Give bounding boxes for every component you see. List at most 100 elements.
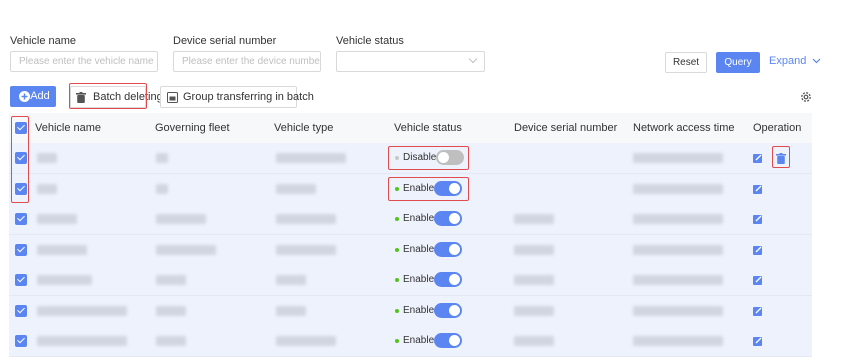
table-row[interactable]: Disable	[9, 143, 812, 174]
status-toggle[interactable]	[434, 180, 462, 196]
row-checkbox[interactable]	[15, 274, 27, 286]
edit-icon[interactable]	[753, 153, 763, 163]
vehicle-status-text: Enable	[403, 335, 435, 346]
status-dot	[395, 217, 399, 221]
network-access-time-value	[633, 244, 723, 255]
col-network-access-time: Network access time	[633, 122, 735, 134]
gear-icon[interactable]	[800, 91, 812, 103]
governing-fleet-value	[156, 336, 186, 346]
expand-label: Expand	[769, 55, 807, 67]
network-access-time-value	[633, 336, 723, 346]
table-row[interactable]: Enable	[9, 265, 812, 296]
vehicle-type-value	[276, 244, 336, 255]
status-toggle[interactable]	[434, 211, 462, 226]
vehicle-type-value	[276, 275, 306, 285]
chevron-down-icon	[812, 58, 821, 64]
status-toggle[interactable]	[434, 241, 462, 257]
governing-fleet-value	[156, 275, 186, 285]
row-checkbox[interactable]	[15, 213, 27, 225]
toggle-knob	[449, 213, 460, 224]
expand-toggle[interactable]: Expand	[769, 52, 821, 73]
status-toggle[interactable]	[434, 333, 462, 348]
vehicle-name-value	[37, 305, 127, 316]
chevron-down-icon	[468, 54, 478, 64]
query-button[interactable]: Query	[716, 52, 760, 73]
trash-icon[interactable]	[776, 153, 786, 164]
toggle-knob	[438, 152, 449, 163]
status-toggle[interactable]	[434, 302, 462, 318]
table-row[interactable]: Enable	[9, 234, 812, 266]
vehicle-status-text: Enable	[403, 243, 435, 255]
table-row[interactable]: Enable	[9, 295, 812, 327]
vehicle-name-value	[37, 275, 92, 285]
col-vehicle-status: Vehicle status	[394, 122, 462, 134]
status-dot	[395, 247, 399, 252]
group-transfer-label: Group transferring in batch	[183, 91, 314, 103]
row-checkbox[interactable]	[15, 243, 27, 256]
vehicle-name-value	[37, 336, 127, 346]
network-access-time-value	[633, 153, 723, 163]
edit-icon[interactable]	[753, 306, 763, 316]
edit-icon[interactable]	[753, 275, 763, 285]
vehicle-status-text: Enable	[403, 213, 435, 224]
vehicle-status-text: Enable	[403, 274, 435, 285]
network-access-time-value	[633, 214, 723, 224]
governing-fleet-value	[156, 153, 168, 163]
device-serial-input[interactable]: Please enter the device number	[173, 51, 321, 72]
table-row[interactable]: Enable	[9, 173, 812, 205]
edit-icon[interactable]	[753, 336, 763, 346]
vehicle-status-select[interactable]	[336, 51, 485, 72]
vehicle-name-input[interactable]: Please enter the vehicle name	[10, 51, 158, 72]
governing-fleet-value	[156, 244, 216, 255]
batch-delete-button[interactable]: Batch deleting	[70, 86, 163, 108]
plus-circle-icon	[19, 91, 30, 102]
status-dot	[395, 278, 399, 282]
vehicle-type-value	[276, 214, 336, 224]
governing-fleet-value	[156, 183, 168, 194]
status-dot	[395, 186, 399, 191]
toggle-knob	[449, 243, 460, 255]
trash-icon	[76, 92, 86, 103]
batch-delete-label: Batch deleting	[93, 91, 163, 103]
vehicle-type-value	[276, 153, 346, 163]
edit-icon[interactable]	[753, 245, 763, 255]
edit-icon[interactable]	[753, 184, 763, 194]
status-toggle[interactable]	[436, 150, 464, 165]
vehicle-name-value	[37, 244, 87, 255]
group-transfer-button[interactable]: Group transferring in batch	[160, 86, 314, 108]
device-serial-label: Device serial number	[173, 35, 277, 47]
table-row[interactable]: Enable	[9, 204, 812, 235]
transfer-icon	[167, 92, 178, 103]
network-access-time-value	[633, 275, 723, 285]
row-checkbox[interactable]	[15, 335, 27, 347]
vehicle-status-text: Disable	[403, 152, 437, 163]
device-serial-value	[514, 305, 554, 316]
network-access-time-value	[633, 305, 723, 316]
toggle-knob	[449, 182, 460, 194]
add-button[interactable]: Add	[10, 86, 56, 107]
edit-icon[interactable]	[753, 214, 763, 224]
toggle-knob	[449, 335, 460, 346]
reset-button[interactable]: Reset	[665, 52, 707, 73]
row-checkbox[interactable]	[15, 182, 27, 195]
governing-fleet-value	[156, 214, 206, 224]
status-dot	[395, 339, 399, 343]
row-checkbox[interactable]	[15, 152, 27, 164]
select-all-checkbox[interactable]	[15, 122, 27, 134]
device-serial-value	[514, 275, 554, 285]
col-vehicle-type: Vehicle type	[274, 122, 334, 134]
status-dot	[395, 308, 399, 313]
vehicle-status-label: Vehicle status	[336, 35, 404, 47]
network-access-time-value	[633, 183, 723, 194]
status-toggle[interactable]	[434, 272, 462, 287]
row-checkbox[interactable]	[15, 304, 27, 317]
device-serial-value	[514, 214, 554, 224]
col-operation: Operation	[753, 122, 802, 134]
col-device-serial: Device serial number	[514, 122, 618, 134]
toggle-knob	[449, 304, 460, 316]
table-row[interactable]: Enable	[9, 326, 812, 357]
vehicle-name-label: Vehicle name	[10, 35, 77, 47]
status-dot	[395, 156, 399, 160]
toggle-knob	[449, 274, 460, 285]
add-label: Add	[30, 90, 50, 102]
